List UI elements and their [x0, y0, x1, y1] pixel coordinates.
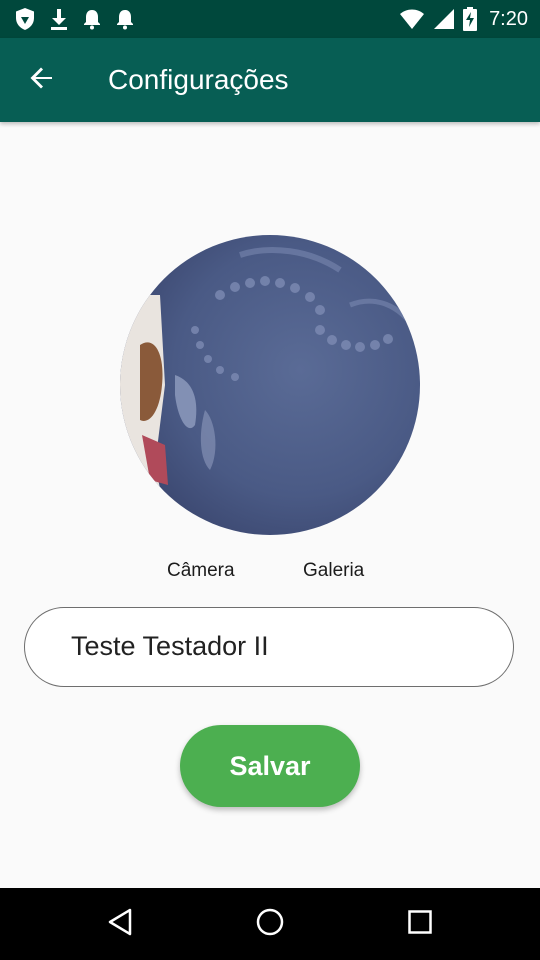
nav-recents-icon	[407, 909, 433, 940]
camera-button[interactable]: Câmera	[167, 560, 235, 582]
nav-home-button[interactable]	[250, 904, 290, 944]
navigation-bar	[0, 888, 540, 960]
nav-back-icon	[106, 907, 134, 942]
download-icon	[49, 7, 69, 31]
save-button[interactable]: Salvar	[180, 725, 360, 807]
back-button[interactable]	[20, 60, 64, 100]
status-time: 7:20	[489, 7, 528, 30]
status-bar: 7:20	[0, 0, 540, 38]
status-right-icons: 7:20	[399, 0, 528, 38]
name-input[interactable]	[71, 608, 491, 685]
wifi-icon	[399, 8, 425, 30]
arrow-back-icon	[28, 64, 56, 97]
name-field[interactable]	[24, 607, 514, 687]
app-bar: Configurações	[0, 38, 540, 122]
status-left-icons	[14, 0, 135, 38]
nav-recents-button[interactable]	[400, 904, 440, 944]
nav-back-button[interactable]	[100, 904, 140, 944]
notification-bell-icon	[82, 8, 102, 30]
notification-bell-icon	[115, 8, 135, 30]
profile-photo[interactable]	[120, 235, 420, 535]
shield-icon	[14, 7, 36, 31]
battery-charging-icon	[463, 7, 478, 31]
cellular-signal-icon	[433, 8, 455, 30]
page-title: Configurações	[108, 64, 289, 95]
gallery-button[interactable]: Galeria	[303, 560, 364, 582]
nav-home-icon	[255, 907, 285, 942]
